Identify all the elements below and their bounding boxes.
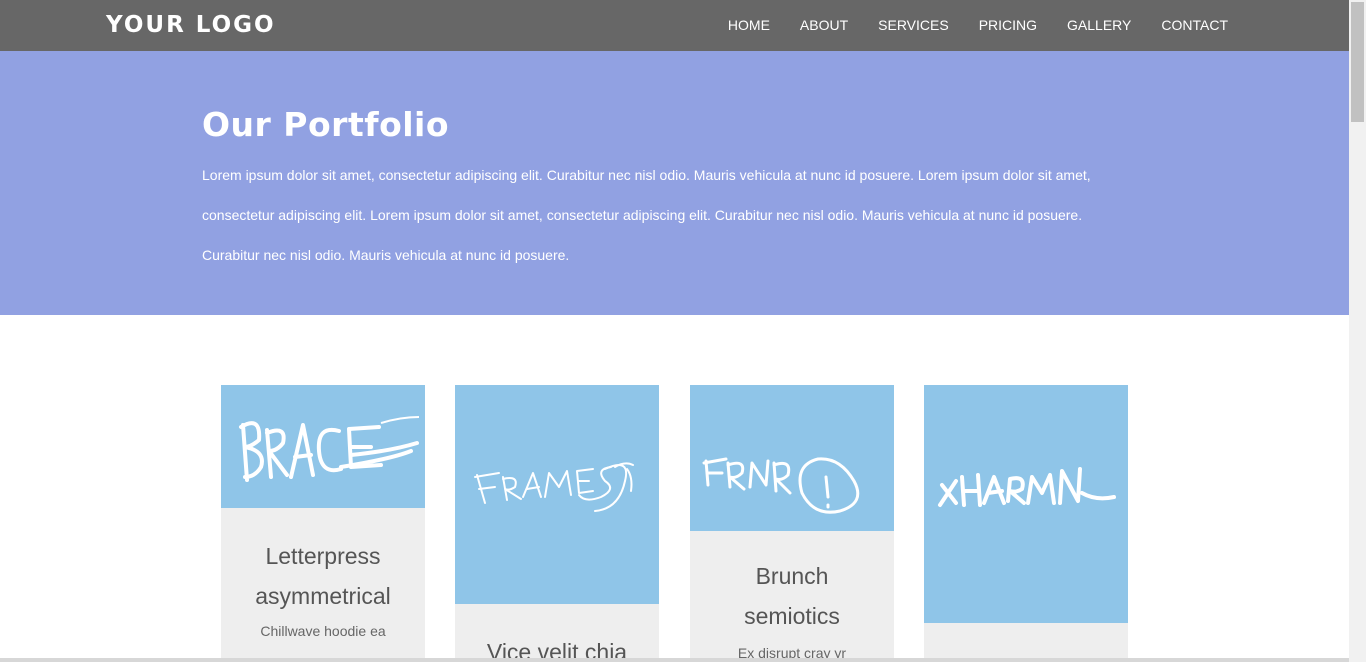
portfolio-card[interactable]: Vice velit chia <box>455 385 659 662</box>
nav-link-about[interactable]: ABOUT <box>800 16 848 34</box>
nav-link-contact[interactable]: CONTACT <box>1161 16 1228 34</box>
portfolio-card[interactable]: Chillwave velit <box>924 385 1128 662</box>
nav-link-services[interactable]: SERVICES <box>878 16 949 34</box>
nav-link-gallery[interactable]: GALLERY <box>1067 16 1131 34</box>
page-title: Our Portfolio <box>202 105 450 144</box>
top-navbar: YOUR LOGO HOME ABOUT SERVICES PRICING GA… <box>0 0 1349 51</box>
graffiti-brace-image <box>239 416 420 482</box>
graffiti-frnro-image <box>702 457 860 514</box>
card-title: Brunch <box>755 563 829 589</box>
hero-text-line: Lorem ipsum dolor sit amet, consectetur … <box>202 167 1091 183</box>
nav-link-home[interactable]: HOME <box>728 16 770 34</box>
hero-description: Lorem ipsum dolor sit amet, consectetur … <box>202 165 1122 285</box>
card-title: semiotics <box>744 603 840 629</box>
portfolio-image[interactable] <box>221 385 425 508</box>
hero-text-line: consectetur adipiscing elit. Lorem ipsum… <box>202 207 1083 223</box>
portfolio-card[interactable]: Letterpress asymmetrical Chillwave hoodi… <box>221 385 425 662</box>
portfolio-image[interactable] <box>924 385 1128 623</box>
portfolio-image[interactable] <box>455 385 659 604</box>
card-text: Chillwave hoodie ea <box>260 623 386 639</box>
graffiti-xharmn-image <box>938 467 1116 507</box>
graffiti-frames-image <box>474 462 634 512</box>
card-title: Letterpress <box>265 543 381 569</box>
vertical-scrollbar[interactable] <box>1349 0 1366 662</box>
nav-menu: HOME ABOUT SERVICES PRICING GALLERY CONT… <box>728 16 1228 34</box>
hero-section: Our Portfolio Lorem ipsum dolor sit amet… <box>0 51 1349 315</box>
horizontal-scrollbar[interactable] <box>0 658 1349 662</box>
nav-link-pricing[interactable]: PRICING <box>979 16 1037 34</box>
portfolio-image[interactable] <box>690 385 894 531</box>
hero-text-line: Curabitur nec nisl odio. Mauris vehicula… <box>202 247 570 263</box>
scrollbar-thumb[interactable] <box>1351 2 1364 122</box>
portfolio-card[interactable]: Brunch semiotics Ex disrupt cray yr <box>690 385 894 662</box>
page: YOUR LOGO HOME ABOUT SERVICES PRICING GA… <box>0 0 1349 662</box>
site-logo[interactable]: YOUR LOGO <box>106 11 276 39</box>
card-title: asymmetrical <box>255 583 391 609</box>
